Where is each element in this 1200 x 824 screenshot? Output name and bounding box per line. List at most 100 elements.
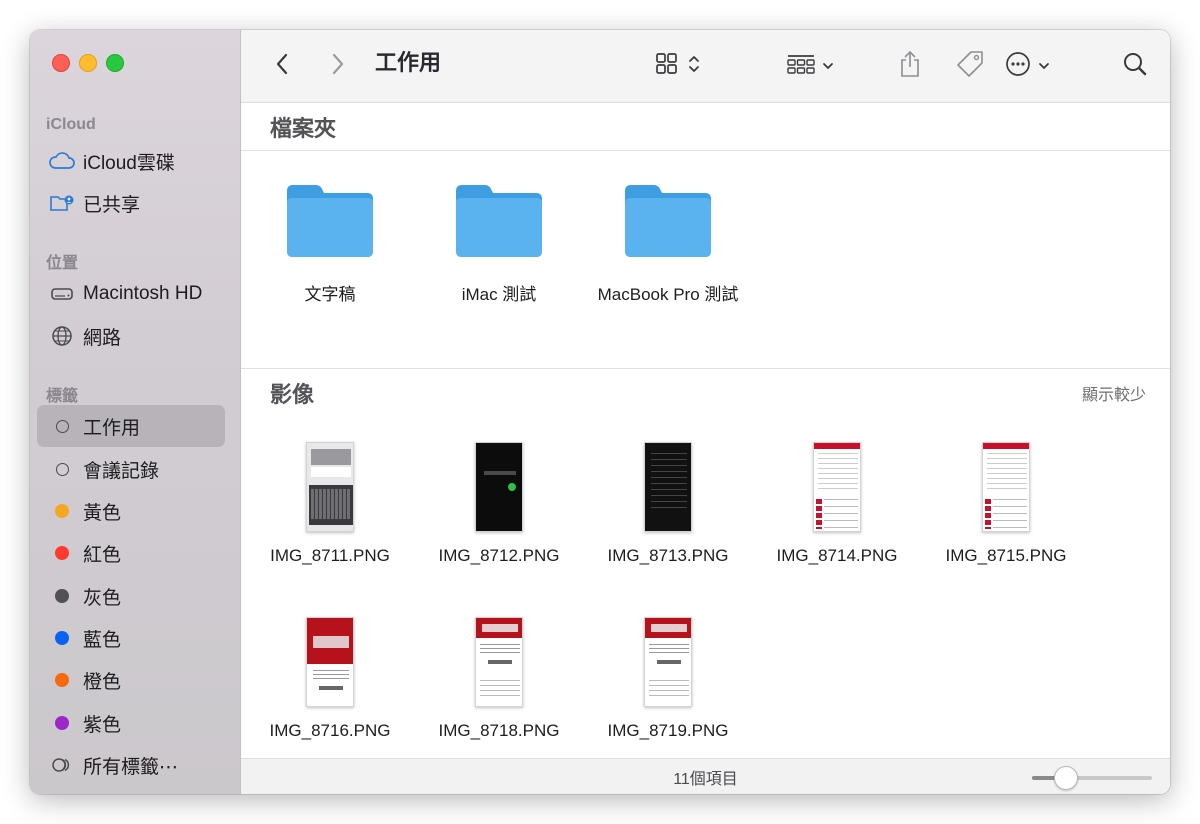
folder-icon (284, 185, 376, 263)
file-name: IMG_8713.PNG (607, 546, 729, 565)
grid-view-icon (654, 52, 680, 81)
group-by-icon (786, 52, 816, 81)
image-file-item[interactable]: IMG_8718.PNG (414, 617, 584, 741)
group-title: 檔案夾 (270, 115, 337, 141)
image-thumbnail (644, 617, 692, 707)
tag-button[interactable] (953, 30, 987, 103)
sidebar-item-macintosh-hd[interactable]: Macintosh HD (37, 273, 225, 315)
sidebar-item-tag-yellow[interactable]: 黃色 (37, 490, 225, 532)
sidebar-item-tag-gray[interactable]: 灰色 (37, 575, 225, 617)
folder-icon (622, 185, 714, 263)
zoom-window-button[interactable] (106, 54, 124, 72)
sidebar-item-label: 紫色 (83, 714, 122, 736)
folder-item[interactable]: 文字稿 (245, 181, 415, 305)
file-name: IMG_8718.PNG (438, 721, 560, 740)
sidebar-item-tag-blue[interactable]: 藍色 (37, 617, 225, 659)
tag-dot-icon (49, 542, 75, 564)
group-header-folders: 檔案夾 (241, 103, 1170, 151)
finder-window: iCloud iCloud雲碟 已共享 位置 Macintosh HD 網路 標… (30, 30, 1170, 794)
folder-name: iMac 測試 (461, 285, 537, 304)
forward-button[interactable] (323, 30, 353, 103)
image-file-item[interactable]: IMG_8712.PNG (414, 442, 584, 566)
tag-dot-icon (49, 669, 75, 691)
share-button[interactable] (895, 30, 925, 103)
image-thumbnail (644, 442, 692, 532)
more-actions-button[interactable] (999, 30, 1055, 103)
icon-size-slider[interactable] (1032, 766, 1152, 790)
sidebar-item-label: iCloud雲碟 (83, 152, 175, 174)
folder-item[interactable]: iMac 測試 (414, 181, 584, 305)
show-less-button[interactable]: 顯示較少 (1082, 381, 1146, 405)
folder-name: MacBook Pro 測試 (597, 285, 739, 304)
file-name: IMG_8716.PNG (269, 721, 391, 740)
view-mode-button[interactable] (645, 30, 709, 103)
search-button[interactable] (1119, 30, 1151, 103)
sidebar-item-tag-orange[interactable]: 橙色 (37, 659, 225, 701)
chevron-down-icon (1038, 58, 1050, 76)
image-file-item[interactable]: IMG_8714.PNG (752, 442, 922, 566)
file-name: IMG_8712.PNG (438, 546, 560, 565)
sidebar: iCloud iCloud雲碟 已共享 位置 Macintosh HD 網路 標… (30, 30, 241, 794)
sidebar-item-label: 網路 (83, 327, 122, 349)
image-thumbnail (475, 442, 523, 532)
file-name: IMG_8719.PNG (607, 721, 729, 740)
folder-item[interactable]: MacBook Pro 測試 (583, 181, 753, 305)
network-globe-icon (49, 325, 75, 347)
group-header-images: 影像 顯示較少 (241, 369, 1170, 417)
item-count: 11個項目 (673, 770, 738, 788)
image-file-item[interactable]: IMG_8713.PNG (583, 442, 753, 566)
sidebar-item-label: 已共享 (83, 194, 141, 216)
image-thumbnail (306, 442, 354, 532)
image-thumbnail (475, 617, 523, 707)
file-name: IMG_8711.PNG (270, 546, 390, 565)
sidebar-item-tag-work[interactable]: 工作用 (37, 405, 225, 447)
image-file-item[interactable]: IMG_8716.PNG (245, 617, 415, 741)
sidebar-section-tags: 標籤 (46, 388, 79, 405)
sidebar-item-icloud-drive[interactable]: iCloud雲碟 (37, 140, 225, 182)
folder-name: 文字稿 (304, 285, 356, 304)
sidebar-item-label: 灰色 (83, 587, 122, 609)
sidebar-item-label: 會議記錄 (83, 460, 160, 482)
chevron-down-icon (822, 58, 834, 76)
sidebar-item-tag-purple[interactable]: 紫色 (37, 702, 225, 744)
sidebar-item-all-tags[interactable]: 所有標籤⋯ (37, 744, 225, 786)
window-controls (52, 54, 124, 72)
image-file-item[interactable]: IMG_8719.PNG (583, 617, 753, 741)
sidebar-item-tag-red[interactable]: 紅色 (37, 532, 225, 574)
sidebar-item-label: 藍色 (83, 629, 122, 651)
sidebar-item-label: 黃色 (83, 502, 122, 524)
all-tags-icon (49, 754, 75, 776)
close-window-button[interactable] (52, 54, 70, 72)
share-icon (898, 49, 922, 84)
minimize-window-button[interactable] (79, 54, 97, 72)
image-file-item[interactable]: IMG_8711.PNG (245, 442, 415, 566)
up-down-chevron-icon (688, 53, 700, 80)
slider-knob[interactable] (1053, 766, 1078, 790)
tag-dot-icon (49, 627, 75, 649)
back-button[interactable] (267, 30, 297, 103)
sidebar-item-label: 紅色 (83, 544, 122, 566)
sidebar-item-tag-meeting[interactable]: 會議記錄 (37, 448, 225, 490)
file-browser: 檔案夾 文字稿 iMac 測試 MacBook Pro 測試 影像 顯示較少 I… (241, 103, 1170, 758)
tag-ring-icon (49, 458, 75, 480)
sidebar-section-icloud: iCloud (46, 116, 96, 133)
group-title: 影像 (270, 382, 315, 407)
sidebar-item-label: 工作用 (83, 417, 141, 439)
file-name: IMG_8714.PNG (776, 546, 898, 565)
more-icon (1004, 50, 1032, 83)
image-file-item[interactable]: IMG_8715.PNG (921, 442, 1091, 566)
folder-icon (453, 185, 545, 263)
shared-folder-icon (49, 192, 75, 214)
toolbar: 工作用 (241, 30, 1170, 103)
sidebar-item-network[interactable]: 網路 (37, 315, 225, 357)
cloud-icon (49, 150, 75, 172)
sidebar-item-label: Macintosh HD (83, 283, 203, 304)
tag-ring-icon (49, 415, 75, 437)
image-thumbnail (306, 617, 354, 707)
file-name: IMG_8715.PNG (945, 546, 1067, 565)
group-by-button[interactable] (779, 30, 841, 103)
disk-icon (49, 283, 75, 305)
tag-dot-icon (49, 500, 75, 522)
sidebar-item-shared[interactable]: 已共享 (37, 182, 225, 224)
tag-dot-icon (49, 585, 75, 607)
